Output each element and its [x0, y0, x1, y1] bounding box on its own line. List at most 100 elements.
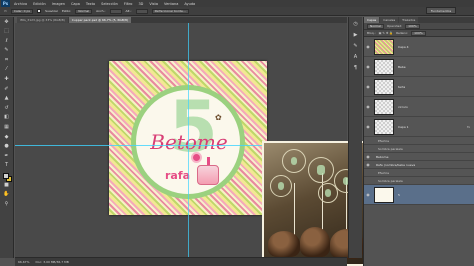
effects-label: Efectos	[378, 170, 390, 175]
shape-icon[interactable]: ■	[3, 182, 11, 188]
eye-icon[interactable]: ◉	[364, 154, 372, 159]
effects-label: Efectos	[378, 138, 390, 143]
blend-mode-select[interactable]: Normal	[367, 23, 384, 29]
foreground-color-swatch[interactable]	[3, 173, 9, 179]
workspace-switcher[interactable]: Fundamentos	[426, 7, 456, 14]
layer-row[interactable]: ◉ Capa 1 fx	[364, 117, 474, 137]
effects-row[interactable]: Efectos	[364, 169, 474, 177]
menu-edicion[interactable]: Edición	[33, 2, 46, 6]
topper-pop	[308, 157, 334, 183]
layer-row[interactable]: ◉ Bebe	[364, 57, 474, 77]
doc-size: Doc: 3,00 MB/36,7 MB	[35, 260, 69, 264]
eye-icon[interactable]: ◉	[364, 84, 372, 89]
menu-vista[interactable]: Vista	[149, 2, 158, 6]
tab-trazados[interactable]: Trazados	[399, 17, 419, 23]
effect-row[interactable]: Sombra paralela	[364, 177, 474, 185]
menu-filtro[interactable]: Filtro	[124, 2, 133, 6]
eye-icon[interactable]: ◉	[364, 192, 372, 197]
stamp-icon[interactable]: ▲	[3, 96, 11, 102]
marquee-icon[interactable]: ⬚	[3, 29, 11, 35]
healing-icon[interactable]: ✚	[3, 77, 11, 83]
zoom-level[interactable]: 66,67%	[18, 260, 29, 264]
quick-select-icon[interactable]: ✎	[3, 48, 11, 54]
topper-pop	[270, 175, 292, 197]
character-panel-icon[interactable]: A	[352, 53, 360, 60]
history-panel-icon[interactable]: ◷	[352, 20, 360, 27]
eye-icon[interactable]: ◉	[364, 124, 372, 129]
ps-logo-icon: Ps	[1, 0, 10, 7]
brush-icon[interactable]: ✐	[3, 86, 11, 92]
history-brush-icon[interactable]: ↺	[3, 105, 11, 111]
tab-canales[interactable]: Canales	[380, 17, 399, 23]
text-layer-name: Bebome	[376, 154, 389, 159]
effects-row[interactable]: Efectos	[364, 137, 474, 145]
opacity-field[interactable]: 100%	[405, 23, 420, 29]
layer-name: tarta	[398, 84, 406, 89]
height-field[interactable]	[135, 8, 148, 14]
eraser-icon[interactable]: ◧	[3, 115, 11, 121]
menu-ayuda[interactable]: Ayuda	[184, 2, 195, 6]
hand-icon[interactable]: ✋	[3, 192, 11, 198]
menu-texto[interactable]: Texto	[86, 2, 95, 6]
layer-thumbnail	[374, 58, 394, 75]
eye-icon[interactable]: ◉	[364, 64, 372, 69]
effect-row[interactable]: Sombra paralela	[364, 145, 474, 153]
layer-row[interactable]: ◉ circulo	[364, 97, 474, 117]
zoom-icon[interactable]: ⚲	[3, 201, 11, 207]
layer-thumbnail	[374, 38, 394, 55]
style-label: Estilo:	[62, 9, 72, 13]
brushes-panel-icon[interactable]: ✎	[352, 42, 360, 49]
eyedropper-icon[interactable]: ⁄	[3, 67, 11, 73]
cupcake	[300, 227, 330, 257]
eye-icon[interactable]: ◉	[364, 104, 372, 109]
cupcake	[268, 231, 300, 257]
fx-icon[interactable]: fx	[467, 125, 470, 129]
width-field[interactable]	[109, 8, 122, 14]
layer-name: Bebe	[398, 64, 406, 69]
drop-shadow-label: Sombra paralela	[378, 146, 403, 151]
layer-thumbnail	[374, 118, 394, 135]
menu-3d[interactable]: 3D	[138, 2, 143, 6]
eye-icon[interactable]: ◉	[364, 44, 372, 49]
feather-field[interactable]: Calar: 0 px	[10, 8, 34, 14]
opacity-label: Opacidad:	[386, 24, 403, 28]
blur-icon[interactable]: ◆	[3, 134, 11, 140]
tab-capas[interactable]: Capas	[364, 17, 380, 23]
tools-panel: ✥ ⬚ ℓ ✎ ⌗ ⁄ ✚ ✐ ▲ ↺ ◧ ▦ ◆ ● ✒ T ➤ ■ ✋ ⚲	[0, 17, 14, 258]
topper-pop	[318, 183, 338, 203]
gradient-icon[interactable]: ▦	[3, 125, 11, 131]
menu-seleccion[interactable]: Selección	[101, 2, 118, 6]
menu-ventana[interactable]: Ventana	[164, 2, 178, 6]
paragraph-panel-icon[interactable]: ¶	[352, 64, 360, 71]
style-select[interactable]: Normal	[75, 8, 93, 14]
eye-icon[interactable]: ◉	[364, 162, 372, 167]
move-icon[interactable]: ✥	[3, 19, 11, 25]
antialias-checkbox[interactable]	[37, 9, 42, 13]
refine-edge-button[interactable]: Perfeccionar borde...	[151, 8, 189, 14]
layer-thumbnail	[374, 98, 394, 115]
actions-panel-icon[interactable]: ▶	[352, 31, 360, 38]
crop-icon[interactable]: ⌗	[3, 57, 11, 63]
lock-icon[interactable]: ▣ ✎ ✥ 🔒	[379, 31, 393, 35]
marquee-tool-icon[interactable]: ▭	[4, 9, 7, 13]
menu-capa[interactable]: Capa	[71, 2, 80, 6]
text-layer-row[interactable]: ◉ Rafa (nombre/bebe nueva	[364, 161, 474, 169]
text-layer-row[interactable]: ◉ Bebome	[364, 153, 474, 161]
layer-row[interactable]: ◉ Capa 4	[364, 37, 474, 57]
layer-row-selected[interactable]: ◉ 5	[364, 185, 474, 205]
menu-imagen[interactable]: Imagen	[52, 2, 65, 6]
pen-icon[interactable]: ✒	[3, 153, 11, 159]
dodge-icon[interactable]: ●	[3, 144, 11, 150]
layer-row[interactable]: ◉ tarta	[364, 77, 474, 97]
layer-thumbnail	[374, 78, 394, 95]
topper-pop	[282, 149, 306, 173]
type-icon[interactable]: T	[3, 163, 11, 169]
lock-label: Bloq.:	[367, 31, 376, 35]
lasso-icon[interactable]: ℓ	[3, 38, 11, 44]
fill-label: Relleno:	[396, 31, 409, 35]
fill-field[interactable]: 100%	[411, 30, 426, 36]
script-title: Betome	[137, 130, 241, 154]
vertical-guide[interactable]	[188, 23, 189, 257]
menu-archivo[interactable]: Archivo	[14, 2, 27, 6]
text-layer-name: Rafa (nombre/bebe nueva	[376, 162, 416, 167]
